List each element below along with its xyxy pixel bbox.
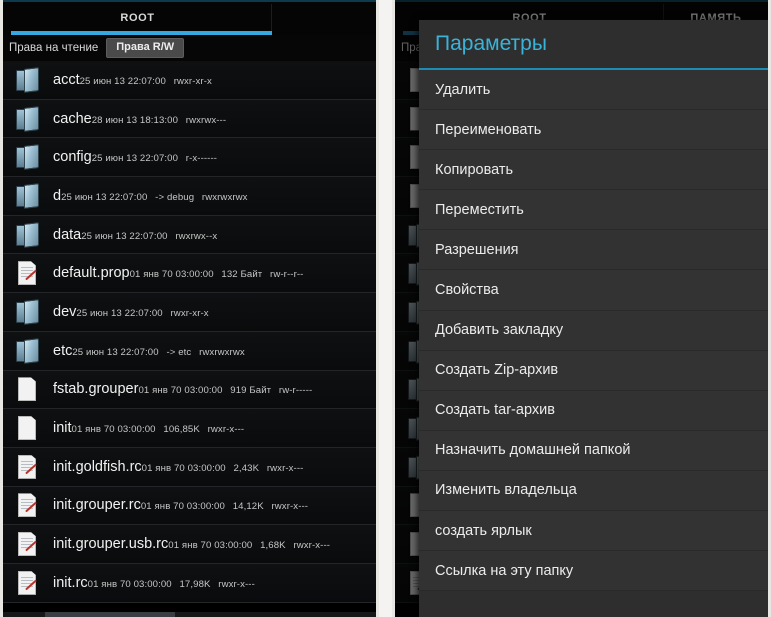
table-row[interactable]: init.grouper.usb.rc01 янв 70 03:00:00 1,… [3, 525, 376, 564]
rw-permission-button[interactable]: Права R/W [106, 38, 185, 58]
left-scrollbar[interactable] [3, 612, 376, 617]
dialog-menu-item[interactable]: Копировать [419, 150, 768, 191]
left-permission-bar: Права на чтение Права R/W [3, 35, 376, 61]
dialog-menu-item[interactable]: Добавить закладку [419, 310, 768, 351]
file-name: init [53, 420, 72, 437]
left-device-panel: ROOT Права на чтение Права R/W acct25 ию… [0, 0, 379, 617]
table-row[interactable]: data25 июн 13 22:07:00 rwxrwx--x [3, 215, 376, 255]
file-name: init.rc [53, 574, 88, 591]
file-name: dev [53, 303, 77, 320]
parameters-dialog: Параметры Удалить Переименовать Копировать… [419, 20, 768, 617]
dialog-menu-item[interactable]: создать ярлык [419, 511, 768, 552]
dialog-menu-item[interactable]: Создать tar-архив [419, 390, 768, 431]
table-row[interactable]: d25 июн 13 22:07:00 -> debug rwxrwxrwx [3, 177, 376, 216]
file-icon [15, 260, 40, 286]
file-meta: 25 июн 13 22:07:00 -> etc rwxrwxrwx [72, 346, 245, 358]
file-name: config [53, 149, 92, 166]
right-device-panel: ROOT ПАМЯТЬ Права на чтение Права R/W ue… [392, 0, 771, 617]
read-permission-label: Права на чтение [9, 42, 99, 54]
file-meta: 28 июн 13 18:13:00 rwxrwx--- [91, 114, 227, 126]
dialog-menu-item[interactable]: Переместить [419, 190, 768, 231]
table-row[interactable]: default.prop01 янв 70 03:00:00 132 Байт … [3, 254, 376, 294]
file-icon [15, 570, 40, 596]
file-name: d [53, 187, 62, 204]
dialog-menu-item[interactable]: Удалить [419, 70, 768, 111]
table-row[interactable]: cache28 июн 13 18:13:00 rwxrwx--- [3, 99, 376, 139]
table-row[interactable]: init.goldfish.rc01 янв 70 03:00:00 2,43K… [3, 447, 376, 487]
folder-icon [15, 105, 40, 132]
table-row[interactable]: config25 июн 13 22:07:00 r-x------ [3, 138, 376, 178]
folder-icon [15, 221, 40, 248]
file-meta: 01 янв 70 03:00:00 106,85K rwxr-x--- [71, 424, 245, 436]
folder-icon [15, 144, 40, 171]
file-meta: 01 янв 70 03:00:00 919 Байт rw-r----- [138, 385, 313, 397]
file-meta: 25 июн 13 22:07:00 rwxr-xr-x [76, 307, 209, 319]
file-name: data [53, 226, 82, 243]
file-name: init.goldfish.rc [53, 458, 142, 475]
file-icon [15, 415, 40, 441]
file-meta: 25 июн 13 22:07:00 -> debug rwxrwxrwx [61, 191, 248, 203]
dialog-menu-item[interactable]: Ссылка на эту папку [419, 551, 768, 592]
file-icon [15, 376, 40, 402]
file-meta: 01 янв 70 03:00:00 132 Байт rw-r--r-- [129, 269, 304, 281]
file-name: cache [53, 110, 92, 127]
dialog-menu-item[interactable]: Разрешения [419, 230, 768, 271]
left-tab-bar: ROOT [3, 0, 376, 35]
table-row[interactable]: etc25 июн 13 22:07:00 -> etc rwxrwxrwx [3, 331, 376, 371]
file-meta: 25 июн 13 22:07:00 rwxr-xr-x [79, 75, 212, 87]
file-name: init.grouper.rc [53, 497, 141, 514]
file-name: etc [53, 342, 73, 359]
file-name: init.grouper.usb.rc [53, 536, 169, 553]
dialog-menu-item[interactable]: Переименовать [419, 110, 768, 151]
file-name: default.prop [53, 265, 130, 282]
folder-icon [15, 182, 40, 209]
file-meta: 01 янв 70 03:00:00 2,43K rwxr-x--- [141, 462, 304, 474]
file-icon [15, 492, 40, 518]
tab-root-left[interactable]: ROOT [3, 0, 272, 35]
file-meta: 01 янв 70 03:00:00 14,12K rwxr-x--- [140, 501, 309, 513]
file-meta: 01 янв 70 03:00:00 1,68K rwxr-x--- [168, 540, 331, 552]
folder-icon [15, 299, 40, 325]
file-meta: 01 янв 70 03:00:00 17,98K rwxr-x--- [87, 578, 255, 590]
dialog-menu-list[interactable]: Удалить Переименовать Копировать Переместит… [419, 70, 768, 592]
tab-memory-left[interactable] [272, 0, 376, 35]
dialog-menu-item[interactable]: Свойства [419, 270, 768, 311]
file-meta: 25 июн 13 22:07:00 rwxrwx--x [81, 230, 218, 242]
file-icon [15, 454, 40, 480]
folder-icon [15, 66, 40, 93]
screenshot-stage: ROOT Права на чтение Права R/W acct25 ию… [0, 0, 771, 617]
tab-root-left-label: ROOT [120, 11, 155, 24]
table-row[interactable]: dev25 июн 13 22:07:00 rwxr-xr-x [3, 293, 376, 332]
file-icon [15, 531, 40, 557]
left-file-list[interactable]: acct25 июн 13 22:07:00 rwxr-xr-x cache28 … [3, 61, 376, 603]
table-row[interactable]: acct25 июн 13 22:07:00 rwxr-xr-x [3, 61, 376, 100]
table-row[interactable]: init.grouper.rc01 янв 70 03:00:00 14,12K… [3, 486, 376, 526]
dialog-menu-item[interactable]: Изменить владельца [419, 470, 768, 512]
dialog-menu-item[interactable]: Создать Zip-архив [419, 350, 768, 391]
file-name: fstab.grouper [53, 381, 139, 398]
file-name: acct [53, 71, 80, 88]
dialog-title: Параметры [419, 20, 768, 70]
table-row[interactable]: init.rc01 янв 70 03:00:00 17,98K rwxr-x-… [3, 563, 376, 603]
folder-icon [15, 337, 40, 364]
dialog-menu-item[interactable]: Назначить домашней папкой [419, 430, 768, 471]
file-meta: 25 июн 13 22:07:00 r-x------ [91, 153, 218, 165]
table-row[interactable]: fstab.grouper01 янв 70 03:00:00 919 Байт… [3, 370, 376, 410]
table-row[interactable]: init01 янв 70 03:00:00 106,85K rwxr-x--- [3, 409, 376, 448]
